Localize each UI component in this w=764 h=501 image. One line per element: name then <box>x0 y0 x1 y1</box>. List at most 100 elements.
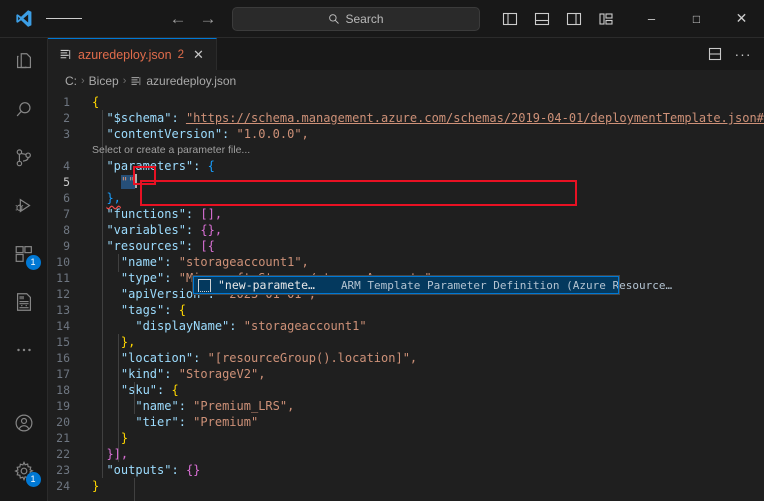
code-token: "storageaccount1" <box>243 319 367 333</box>
line-number: 14 <box>56 319 70 333</box>
title-bar: ← → Search – □ ✕ <box>0 0 764 38</box>
code-token: { <box>92 95 100 109</box>
layout-controls <box>495 4 629 34</box>
breadcrumb-file-label: azuredeploy.json <box>146 74 237 88</box>
titlebar-right-controls: – □ ✕ <box>495 0 764 38</box>
code-line: 14 "displayName": "storageaccount1" <box>48 318 764 334</box>
window-minimize-button[interactable]: – <box>629 0 674 38</box>
tab-close-icon[interactable]: ✕ <box>190 46 207 63</box>
suggest-item-label: "new-paramete… <box>218 278 315 292</box>
code-token: } <box>120 431 129 445</box>
customize-layout-icon[interactable] <box>591 4 621 34</box>
codelens-link[interactable]: Select or create a parameter file... <box>82 142 764 158</box>
tab-azuredeploy-json[interactable]: azuredeploy.json 2 ✕ <box>48 38 217 70</box>
suggest-item-selected[interactable]: "new-paramete… ARM Template Parameter De… <box>193 276 672 294</box>
code-token: } <box>92 479 100 493</box>
code-editor[interactable]: 1 { 2 "$schema": "https://schema.managem… <box>48 92 764 501</box>
go-back-button[interactable]: ← <box>164 5 192 33</box>
command-center-search[interactable]: Search <box>232 6 480 31</box>
tab-problem-count: 2 <box>177 48 184 61</box>
line-number: 21 <box>56 431 70 445</box>
code-line: 19 "name": "Premium_LRS", <box>48 398 764 414</box>
editor-more-actions-icon[interactable]: ··· <box>730 41 756 67</box>
search-placeholder-label: Search <box>345 11 384 26</box>
navigation-controls: ← → <box>164 5 222 33</box>
toggle-secondary-sidebar-icon[interactable] <box>559 4 589 34</box>
breadcrumb-separator: › <box>81 75 85 87</box>
code-line: 13 "tags": { <box>48 302 764 318</box>
sidebar-item-search[interactable] <box>0 86 48 134</box>
code-line: 3 "contentVersion": "1.0.0.0", <box>48 126 764 142</box>
line-number: 17 <box>56 367 70 381</box>
breadcrumb-item-file[interactable]: azuredeploy.json <box>130 74 236 88</box>
code-token: "functions": <box>106 207 194 221</box>
editor-group: azuredeploy.json 2 ✕ ··· C: › Bicep › az… <box>48 38 764 501</box>
sidebar-item-additional-views[interactable] <box>0 326 48 374</box>
suggest-item-detail: ARM Template Parameter Definition (Azure… <box>340 278 673 292</box>
application-menu-button[interactable] <box>46 15 82 22</box>
code-line: 9 "resources": [{ <box>48 238 764 254</box>
json-file-icon <box>60 49 71 59</box>
code-line: 7 "functions": [], <box>48 206 764 222</box>
code-line: 15 }, <box>48 334 764 350</box>
code-token: [], <box>200 207 223 221</box>
code-token: "variables": <box>106 223 194 237</box>
line-number: 11 <box>56 271 70 285</box>
code-token: "type": <box>120 271 172 285</box>
line-number: 19 <box>56 399 70 413</box>
line-number: 2 <box>63 111 70 125</box>
sidebar-item-extensions[interactable]: 1 <box>0 230 48 278</box>
code-token: "kind": <box>120 367 172 381</box>
sidebar-item-azure-resources[interactable] <box>0 278 48 326</box>
code-token: "name": <box>135 399 186 413</box>
text-cursor <box>135 174 138 188</box>
code-token: "parameters": <box>106 159 201 173</box>
line-number: 22 <box>56 447 70 461</box>
search-icon <box>329 13 340 24</box>
go-forward-button[interactable]: → <box>194 5 222 33</box>
code-line: 8 "variables": {}, <box>48 222 764 238</box>
line-number: 1 <box>63 95 70 109</box>
intellisense-suggest-widget[interactable]: "new-paramete… ARM Template Parameter De… <box>192 275 672 295</box>
line-number: 18 <box>56 383 70 397</box>
split-editor-icon[interactable] <box>702 41 728 67</box>
code-line: 1 { <box>48 94 764 110</box>
code-token: "tier": <box>135 415 186 429</box>
tab-label: azuredeploy.json <box>78 47 172 62</box>
code-line: 6 }, <box>48 190 764 206</box>
workbench-body: 1 1 azuredeploy.json 2 ✕ ··· C: › Bicep … <box>0 38 764 501</box>
codelens-row: Select or create a parameter file... <box>48 142 764 158</box>
code-token: "Premium_LRS", <box>193 399 295 413</box>
accounts-button[interactable] <box>0 399 48 447</box>
code-token: "name": <box>120 255 172 269</box>
code-token: "1.0.0.0", <box>236 127 309 141</box>
code-token: {} <box>185 463 201 477</box>
breadcrumb-item-folder[interactable]: Bicep <box>89 74 119 88</box>
code-token: "contentVersion": <box>106 127 230 141</box>
code-token: }], <box>106 447 129 461</box>
sidebar-item-explorer[interactable] <box>0 38 48 86</box>
sidebar-item-run-and-debug[interactable] <box>0 182 48 230</box>
toggle-primary-sidebar-icon[interactable] <box>495 4 525 34</box>
code-line: 16 "location": "[resourceGroup().locatio… <box>48 350 764 366</box>
run-debug-icon <box>15 198 31 213</box>
window-close-button[interactable]: ✕ <box>719 0 764 38</box>
line-number: 20 <box>56 415 70 429</box>
code-token: { <box>207 159 215 173</box>
search-icon <box>16 102 31 117</box>
code-token: }, <box>106 191 121 205</box>
window-maximize-button[interactable]: □ <box>674 0 719 38</box>
files-icon <box>16 53 31 69</box>
breadcrumb-separator: › <box>122 75 127 87</box>
selected-empty-string[interactable]: "" <box>120 175 136 189</box>
sidebar-item-source-control[interactable] <box>0 134 48 182</box>
breadcrumb-item-drive[interactable]: C: <box>65 74 77 88</box>
line-number: 3 <box>63 127 70 141</box>
line-number: 5 <box>63 175 70 189</box>
code-line: 4 "parameters": { <box>48 158 764 174</box>
code-token[interactable]: "https://schema.management.azure.com/sch… <box>186 111 764 125</box>
code-token: [{ <box>200 239 215 253</box>
manage-settings-button[interactable]: 1 <box>0 447 48 495</box>
code-token: "resources": <box>106 239 194 253</box>
toggle-panel-icon[interactable] <box>527 4 557 34</box>
